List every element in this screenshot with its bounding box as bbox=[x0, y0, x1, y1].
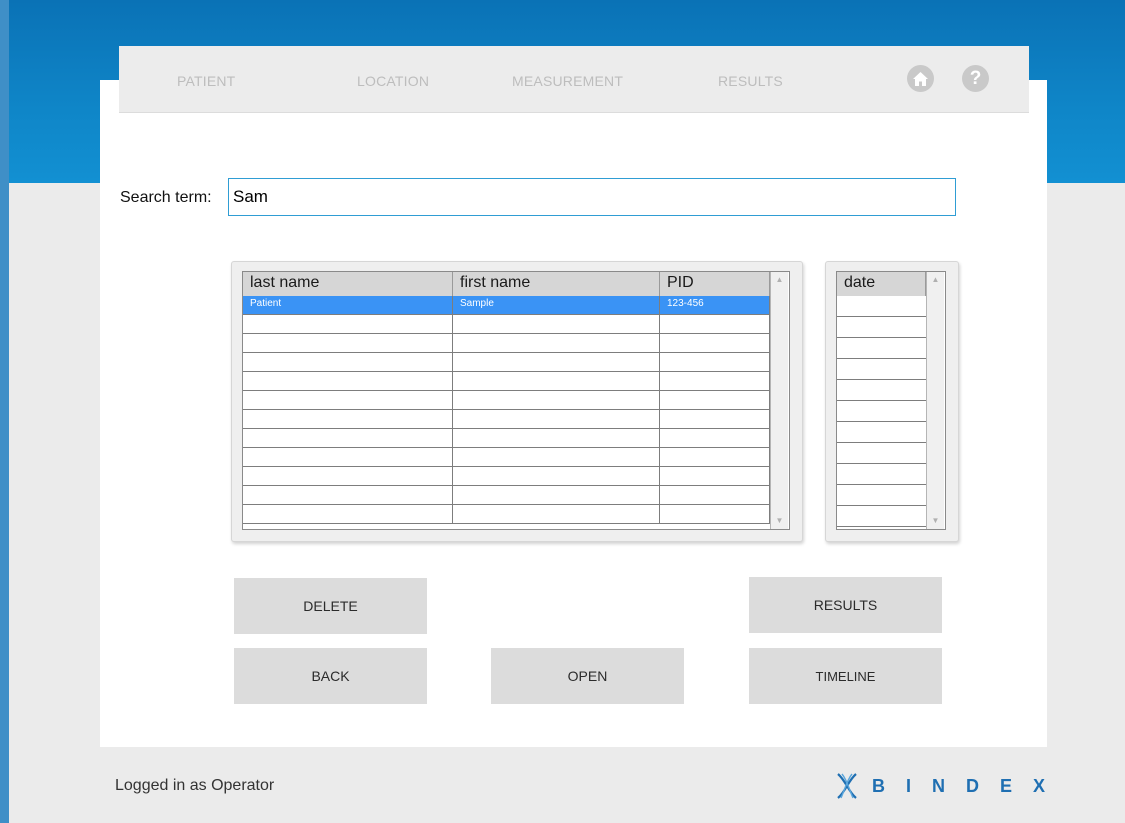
table-cell bbox=[453, 372, 660, 391]
table-cell bbox=[453, 467, 660, 486]
help-icon[interactable]: ? bbox=[962, 65, 989, 92]
table-row[interactable] bbox=[837, 422, 926, 443]
table-row[interactable]: Patient Sample 123-456 bbox=[243, 296, 770, 315]
table-cell bbox=[453, 429, 660, 448]
table-row[interactable] bbox=[243, 429, 770, 448]
table-cell bbox=[243, 334, 453, 353]
patient-table-scrollbar[interactable]: ▲ ▼ bbox=[770, 272, 788, 529]
table-cell bbox=[453, 391, 660, 410]
patient-table-frame: last name first name PID Patient Sample 12… bbox=[231, 261, 803, 542]
table-cell bbox=[243, 505, 453, 524]
table-cell bbox=[243, 486, 453, 505]
table-row[interactable] bbox=[243, 448, 770, 467]
table-cell: Sample bbox=[453, 296, 660, 315]
nav-location[interactable]: LOCATION bbox=[357, 73, 429, 89]
date-table-frame: date ▲ ▼ bbox=[825, 261, 959, 542]
table-row[interactable] bbox=[837, 401, 926, 422]
table-cell bbox=[243, 353, 453, 372]
column-header-last-name[interactable]: last name bbox=[243, 272, 453, 296]
scroll-down-icon[interactable]: ▼ bbox=[927, 514, 944, 528]
scroll-up-icon[interactable]: ▲ bbox=[927, 273, 944, 287]
table-row[interactable] bbox=[243, 467, 770, 486]
nav-measurement[interactable]: MEASUREMENT bbox=[512, 73, 623, 89]
table-cell bbox=[453, 410, 660, 429]
delete-button[interactable]: DELETE bbox=[234, 578, 427, 634]
table-cell bbox=[660, 315, 770, 334]
nav-patient[interactable]: PATIENT bbox=[177, 73, 235, 89]
bindex-logo-icon bbox=[837, 773, 857, 799]
table-cell bbox=[453, 353, 660, 372]
column-header-first-name[interactable]: first name bbox=[453, 272, 660, 296]
table-cell bbox=[660, 429, 770, 448]
patient-table[interactable]: last name first name PID Patient Sample 12… bbox=[242, 271, 790, 530]
nav-results[interactable]: RESULTS bbox=[718, 73, 783, 89]
window-left-edge bbox=[0, 0, 9, 823]
table-cell bbox=[660, 467, 770, 486]
table-row[interactable] bbox=[243, 486, 770, 505]
timeline-button[interactable]: TIMELINE bbox=[749, 648, 942, 704]
table-cell bbox=[243, 467, 453, 486]
table-row[interactable] bbox=[243, 391, 770, 410]
date-table-scrollbar[interactable]: ▲ ▼ bbox=[926, 272, 944, 529]
table-cell bbox=[453, 448, 660, 467]
table-cell bbox=[243, 448, 453, 467]
table-row[interactable] bbox=[837, 296, 926, 317]
table-cell bbox=[660, 353, 770, 372]
table-row[interactable] bbox=[243, 353, 770, 372]
table-cell bbox=[243, 315, 453, 334]
table-row[interactable] bbox=[243, 410, 770, 429]
table-row[interactable] bbox=[837, 506, 926, 527]
column-header-date[interactable]: date bbox=[837, 272, 926, 296]
table-row[interactable] bbox=[243, 505, 770, 524]
scroll-down-icon[interactable]: ▼ bbox=[771, 514, 788, 528]
login-status: Logged in as Operator bbox=[115, 777, 275, 794]
table-row[interactable] bbox=[837, 464, 926, 485]
table-cell bbox=[660, 391, 770, 410]
table-cell: 123-456 bbox=[660, 296, 770, 315]
scroll-up-icon[interactable]: ▲ bbox=[771, 273, 788, 287]
table-cell bbox=[243, 410, 453, 429]
search-label: Search term: bbox=[120, 189, 212, 206]
top-navigation: PATIENT LOCATION MEASUREMENT RESULTS ? bbox=[119, 46, 1029, 113]
table-row[interactable] bbox=[837, 317, 926, 338]
date-table[interactable]: date ▲ ▼ bbox=[836, 271, 946, 530]
table-cell bbox=[660, 505, 770, 524]
table-cell bbox=[453, 315, 660, 334]
table-cell bbox=[453, 486, 660, 505]
table-row[interactable] bbox=[837, 380, 926, 401]
table-cell bbox=[243, 372, 453, 391]
table-cell: Patient bbox=[243, 296, 453, 315]
column-header-pid[interactable]: PID bbox=[660, 272, 770, 296]
table-cell bbox=[660, 334, 770, 353]
table-row[interactable] bbox=[837, 359, 926, 380]
search-input[interactable] bbox=[228, 178, 956, 216]
back-button[interactable]: BACK bbox=[234, 648, 427, 704]
table-cell bbox=[660, 486, 770, 505]
table-row[interactable] bbox=[243, 334, 770, 353]
table-row[interactable] bbox=[837, 443, 926, 464]
table-cell bbox=[243, 391, 453, 410]
bindex-logo: BINDEX bbox=[836, 772, 1066, 800]
table-cell bbox=[660, 372, 770, 391]
table-row[interactable] bbox=[837, 485, 926, 506]
results-button[interactable]: RESULTS bbox=[749, 577, 942, 633]
table-row[interactable] bbox=[243, 315, 770, 334]
table-cell bbox=[453, 334, 660, 353]
table-cell bbox=[660, 448, 770, 467]
table-row[interactable] bbox=[243, 372, 770, 391]
table-row[interactable] bbox=[837, 338, 926, 359]
table-cell bbox=[660, 410, 770, 429]
table-cell bbox=[453, 505, 660, 524]
table-cell bbox=[243, 429, 453, 448]
home-icon[interactable] bbox=[907, 65, 934, 92]
bindex-logo-text: BINDEX bbox=[872, 775, 1067, 796]
open-button[interactable]: OPEN bbox=[491, 648, 684, 704]
